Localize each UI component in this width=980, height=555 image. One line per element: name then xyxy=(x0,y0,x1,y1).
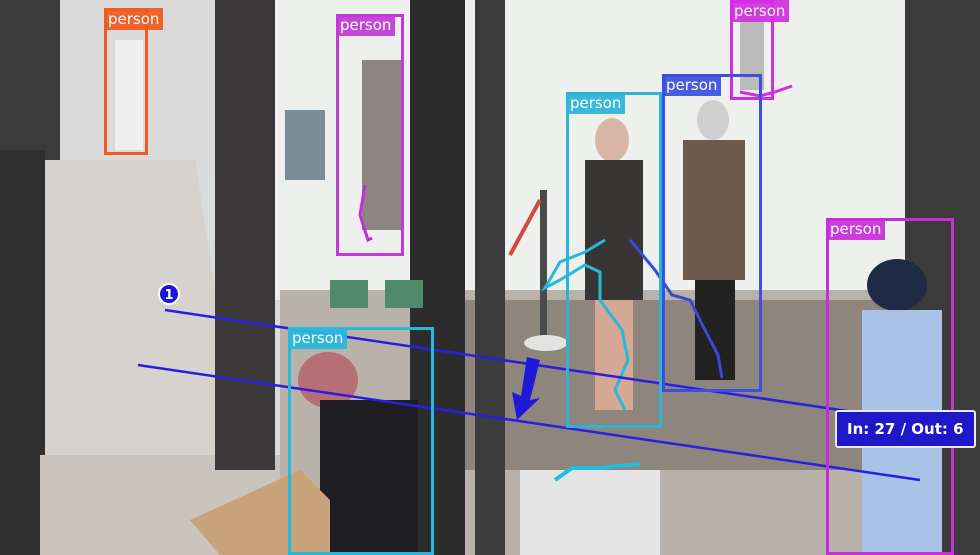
detection-label: person xyxy=(566,92,626,114)
detection-box[interactable]: person xyxy=(662,74,762,392)
video-frame: person person person person person perso… xyxy=(0,0,980,555)
detection-box[interactable]: person xyxy=(288,327,434,555)
detection-label: person xyxy=(104,8,164,30)
detection-box[interactable]: person xyxy=(566,92,662,428)
detection-label: person xyxy=(288,327,348,349)
counting-line-id-badge: 1 xyxy=(158,283,180,305)
in-out-counter: In: 27 / Out: 6 xyxy=(835,410,976,448)
detection-box[interactable]: person xyxy=(104,8,164,155)
detection-label: person xyxy=(826,218,886,240)
detection-box[interactable]: person xyxy=(336,14,404,256)
detection-box[interactable]: person xyxy=(826,218,954,555)
detection-label: person xyxy=(730,0,790,22)
detection-label: person xyxy=(336,14,396,36)
detection-label: person xyxy=(662,74,722,96)
